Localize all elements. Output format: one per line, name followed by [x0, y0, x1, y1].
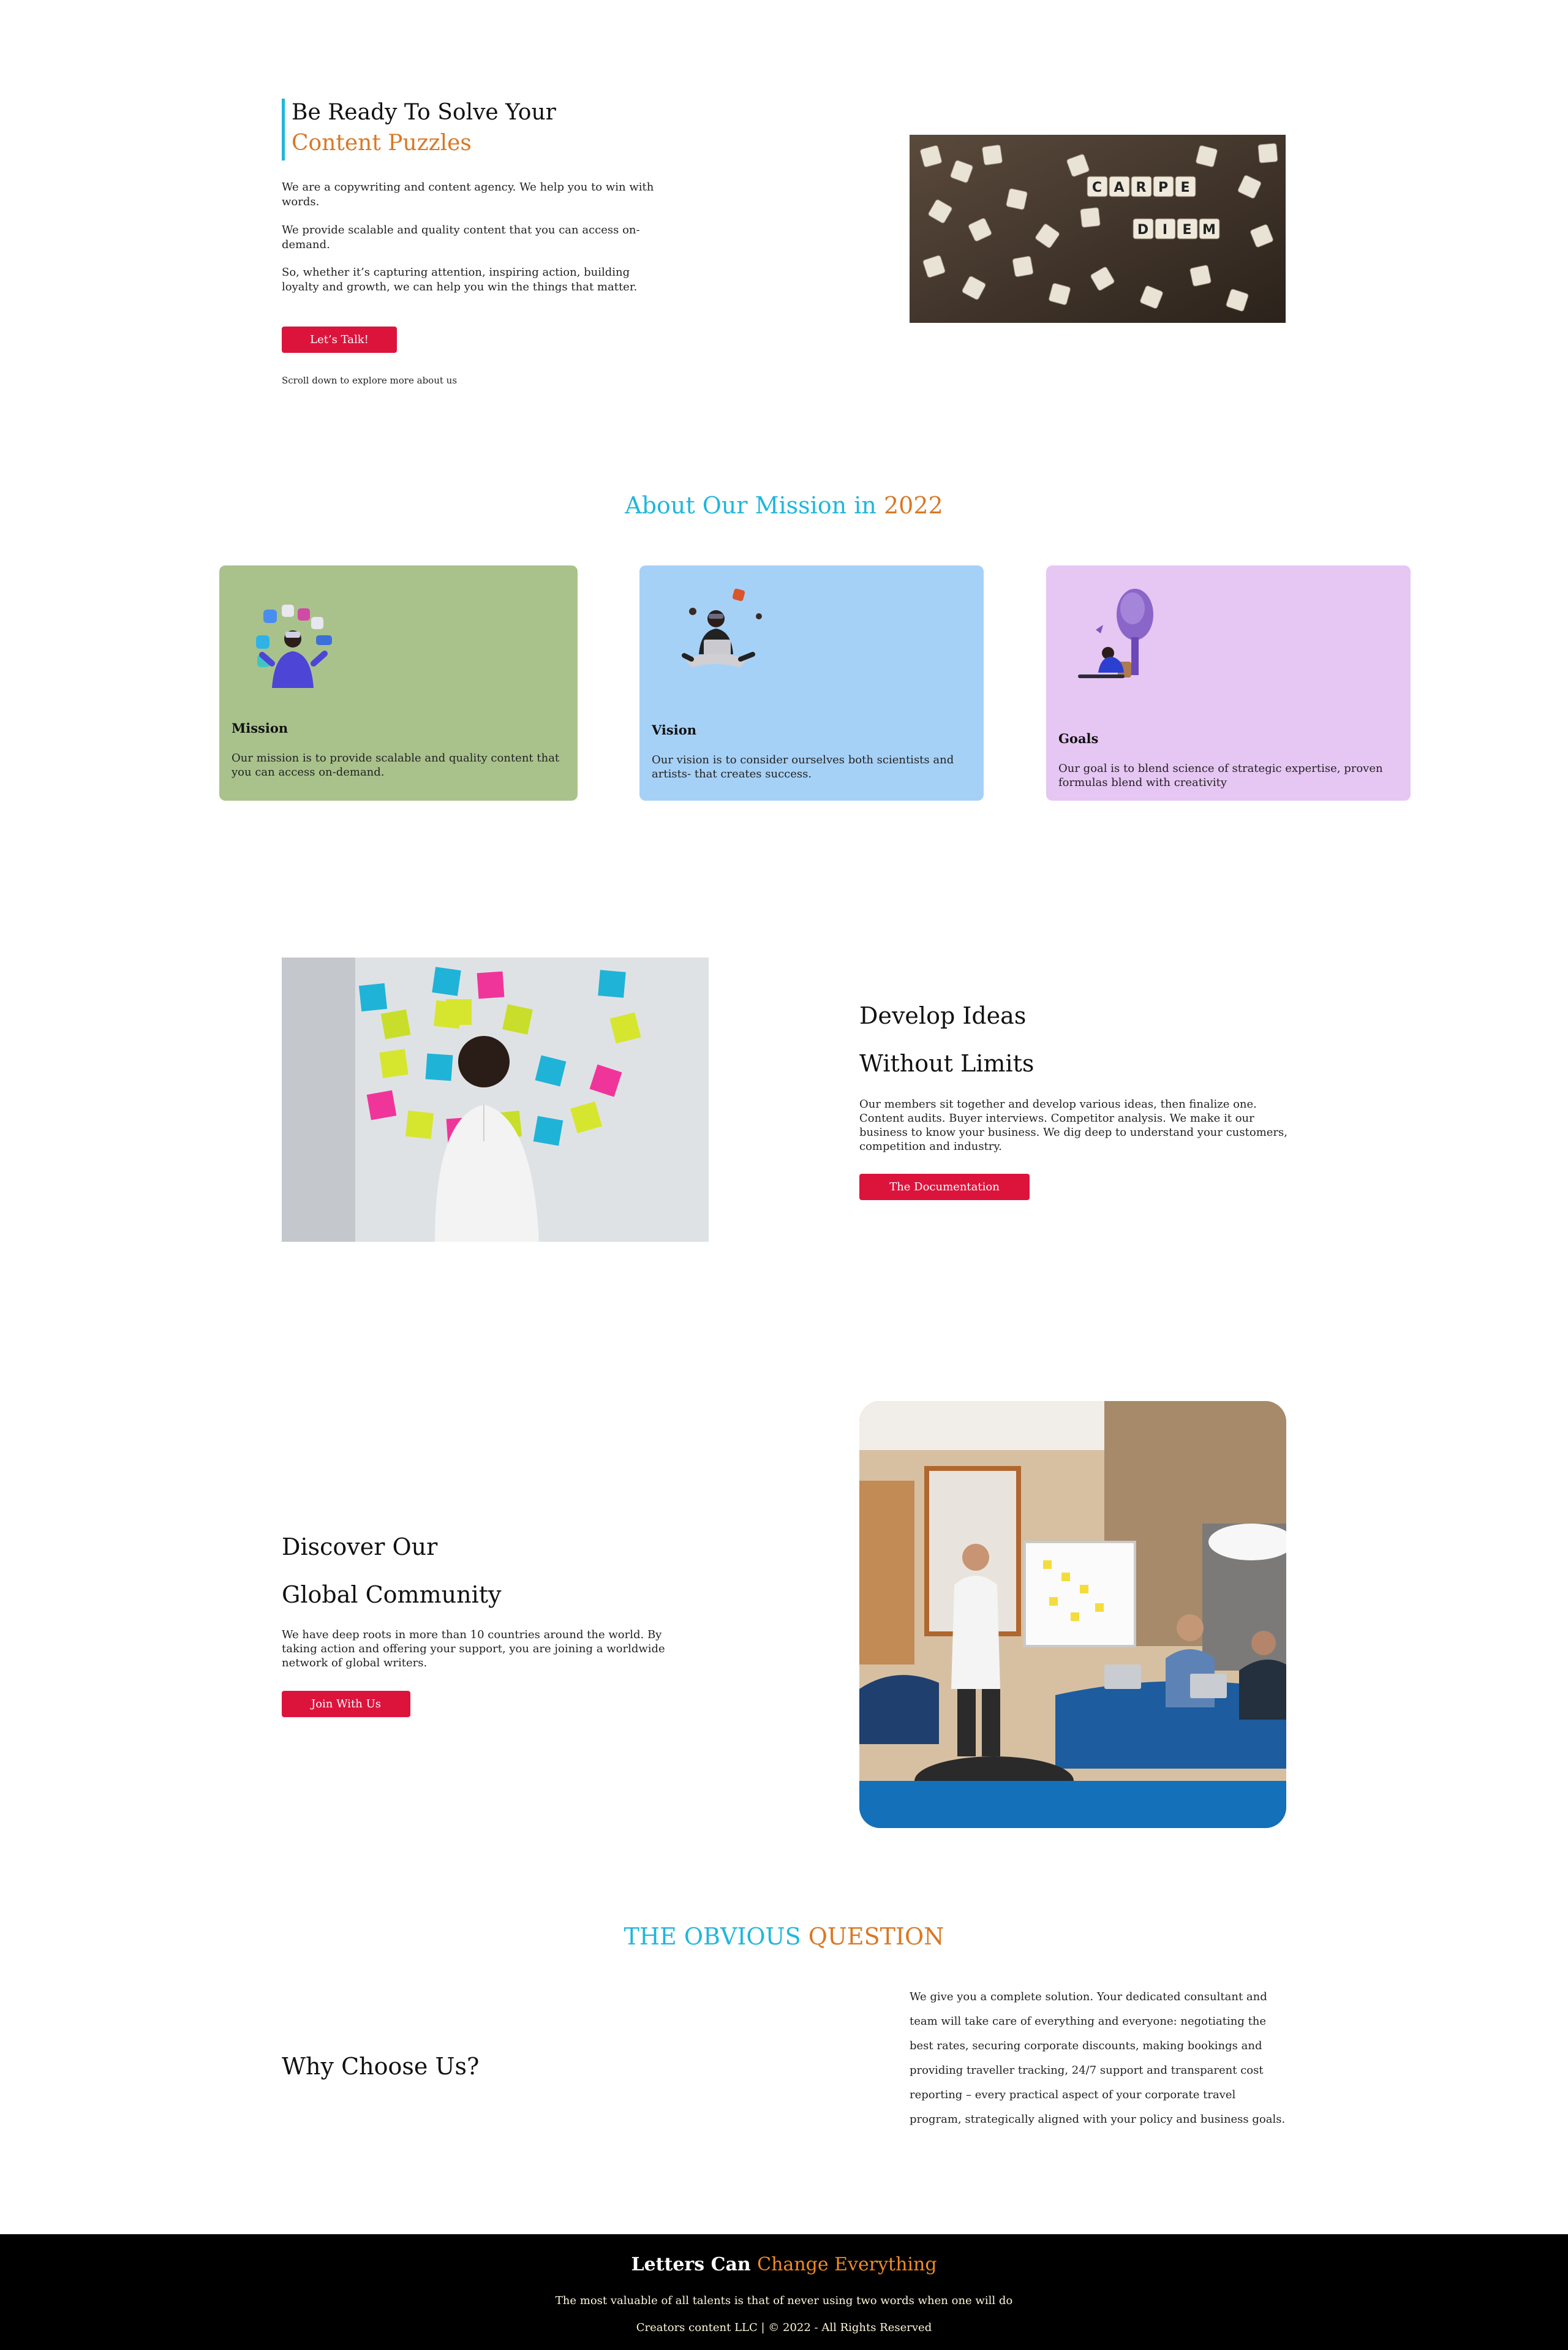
question-heading: THE OBVIOUS QUESTION [0, 1921, 1568, 1952]
hero-accent-bar [282, 99, 285, 161]
community-title-line2: Global Community [282, 1581, 502, 1608]
develop-text: Our members sit together and develop var… [859, 1098, 1287, 1153]
hero-paragraph-2: We provide scalable and quality content … [282, 224, 640, 251]
footer-quote: The most valuable of all talents is that… [555, 2294, 1013, 2307]
mission-heading-year: 2022 [884, 492, 943, 519]
footer-title: Letters Can Change Everything [0, 2253, 1568, 2277]
hero-title-line1: Be Ready To Solve Your [292, 100, 556, 125]
footer-title-part1: Letters Can [631, 2254, 751, 2275]
join-with-us-button[interactable]: Join With Us [282, 1691, 410, 1717]
goals-card-text: Our goal is to blend science of strategi… [1058, 762, 1383, 789]
svg-text:D: D [1137, 222, 1148, 238]
documentation-button[interactable]: The Documentation [859, 1174, 1030, 1200]
svg-text:M: M [1202, 222, 1216, 238]
why-choose-us-text: We give you a complete solution. Your de… [910, 1990, 1286, 2126]
community-image-team-meeting [859, 1401, 1286, 1828]
vision-card: Vision Our vision is to consider ourselv… [639, 565, 984, 801]
footer: Letters Can Change Everything The most v… [0, 2234, 1568, 2350]
lets-talk-button[interactable]: Let’s Talk! [282, 327, 397, 353]
hero-image-letter-tiles: CARPE DIEM [910, 135, 1286, 323]
develop-title-line2: Without Limits [859, 1050, 1035, 1077]
question-heading-part2: QUESTION [808, 1923, 944, 1950]
mission-heading: About Our Mission in 2022 [0, 490, 1568, 521]
mission-card-text: Our mission is to provide scalable and q… [232, 752, 560, 779]
mission-illustration-icon [256, 605, 332, 688]
goals-card-title: Goals [1058, 731, 1099, 746]
mission-card: Mission Our mission is to provide scalab… [219, 565, 578, 801]
svg-text:C: C [1092, 180, 1102, 195]
sticky-notes-graphic [282, 958, 709, 1242]
team-meeting-graphic [859, 1401, 1286, 1828]
question-heading-part1: THE OBVIOUS [624, 1923, 801, 1950]
svg-text:E: E [1180, 180, 1189, 195]
svg-text:E: E [1182, 222, 1191, 238]
svg-text:A: A [1114, 180, 1124, 195]
community-text: We have deep roots in more than 10 count… [282, 1628, 665, 1669]
svg-text:P: P [1158, 180, 1168, 195]
mission-heading-part1: About Our Mission in [625, 492, 876, 519]
develop-title-line1: Develop Ideas [859, 1002, 1027, 1029]
hero-title-line2: Content Puzzles [292, 130, 472, 156]
svg-text:I: I [1163, 222, 1167, 238]
community-title-line1: Discover Our [282, 1533, 438, 1560]
why-choose-us-title: Why Choose Us? [282, 2053, 480, 2080]
develop-image-sticky-notes [282, 958, 709, 1242]
svg-text:R: R [1136, 180, 1147, 195]
footer-copyright: Creators content LLC | © 2022 - All Righ… [636, 2321, 932, 2334]
mission-card-title: Mission [232, 720, 288, 736]
hero-paragraph-1: We are a copywriting and content agency.… [282, 181, 654, 208]
vision-illustration-icon [682, 588, 762, 668]
vision-card-title: Vision [652, 722, 696, 738]
vision-card-text: Our vision is to consider ourselves both… [652, 754, 954, 780]
scroll-hint: Scroll down to explore more about us [282, 375, 458, 386]
goals-illustration-icon [1078, 589, 1153, 678]
letter-tiles-graphic: CARPE DIEM [910, 135, 1286, 323]
footer-title-part2: Change Everything [757, 2254, 937, 2275]
goals-card: Goals Our goal is to blend science of st… [1046, 565, 1411, 801]
hero-paragraph-3: So, whether it’s capturing attention, in… [282, 266, 638, 293]
